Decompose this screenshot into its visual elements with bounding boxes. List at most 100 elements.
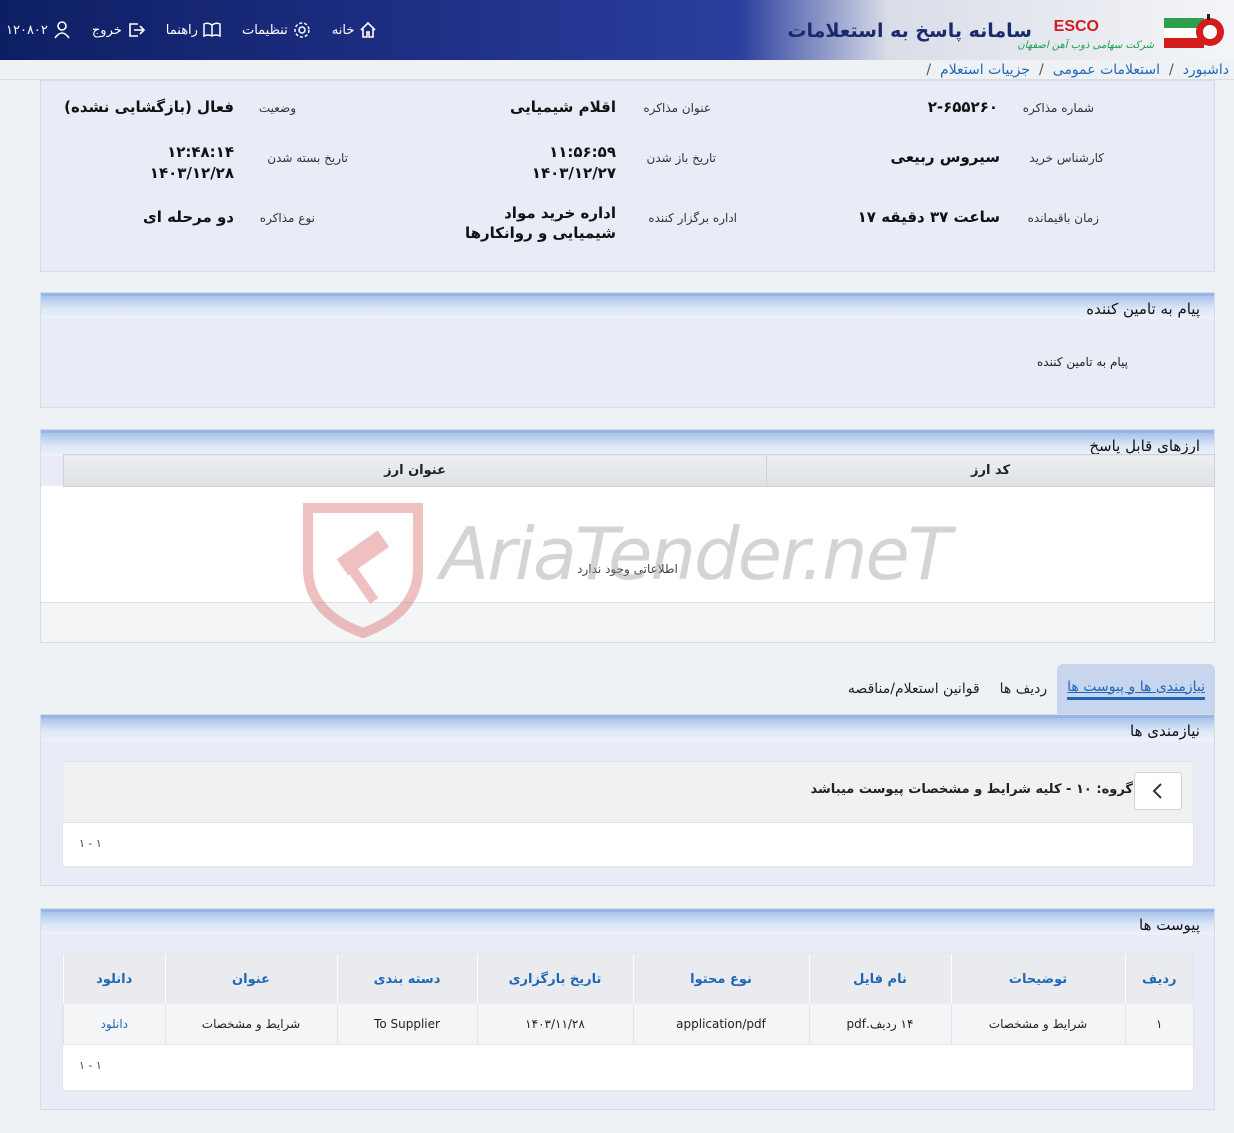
organizer-label: اداره برگزار کننده [648,211,737,225]
needs-group-row: گروه: ۱۰ - کلیه شرایط و مشخصات پیوست میب… [63,762,1193,822]
column-upload-date[interactable]: تاریخ بارگزاری [476,954,633,1004]
nav-help[interactable]: راهنما [166,20,222,40]
needs-heading: نیازمندی ها [41,715,1214,741]
app-title: سامانه پاسخ به استعلامات [787,20,1032,42]
gear-icon [294,22,310,38]
nav-home[interactable]: خانه [332,20,379,40]
needs-pager: ۱ - ۱ [63,822,1193,866]
cell-row: ۱ [1124,1004,1193,1045]
company-name: شرکت سهامی ذوب آهن اصفهان [1017,40,1154,51]
buyer-label: کارشناس خرید [1029,151,1104,165]
title-label: عنوان مذاکره [643,101,711,115]
cell-upload-date: ۱۴۰۳/۱۱/۲۸ [476,1004,633,1045]
nav-user[interactable]: ۱۲۰۸۰۲ [6,20,72,40]
attachments-pager-text: ۱ - ۱ [79,1058,102,1072]
home-icon [360,21,376,38]
column-title[interactable]: عنوان [164,954,337,1004]
needs-panel: نیازمندی ها گروه: ۱۰ - کلیه شرایط و مشخص… [40,714,1215,886]
tab-needs-attachments-label: نیازمندی ها و پیوست ها [1067,679,1205,700]
supplier-message-panel: پیام به تامین کننده پیام به تامین کننده [40,292,1215,408]
attachments-grid: ردیف توضیحات نام فایل نوع محتوا تاریخ با… [62,953,1194,1091]
number-value: ۲-۶۵۵۲۶۰ [927,98,998,116]
user-icon [54,21,70,39]
tab-rows-label: ردیف ها [999,681,1048,697]
breadcrumb-inquiry-details[interactable]: جزییات استعلام [940,62,1030,78]
currencies-panel: ارزهای قابل پاسخ کد ارز عنوان ارز اطلاعا… [40,429,1215,643]
status-label: وضعیت [258,101,296,115]
cell-file-name: ۱۴ ردیف.pdf [808,1004,951,1045]
inquiry-info-panel: شماره مذاکره ۲-۶۵۵۲۶۰ عنوان مذاکره اقلام… [40,80,1215,272]
breadcrumb-separator: / [1168,61,1174,78]
breadcrumb: داشبورد / استعلامات عمومی / جزییات استعل… [0,60,1234,80]
column-row[interactable]: ردیف [1124,954,1193,1004]
number-label: شماره مذاکره [1022,101,1094,115]
tab-rows[interactable]: ردیف ها [990,664,1057,714]
remaining-value: ۱۷ ساعت ۳۷ دقیقه [857,208,1000,226]
status-value: فعال (بازگشایی نشده) [64,98,234,116]
attachments-heading: پیوست ها [41,909,1214,935]
attachments-panel: پیوست ها ردیف توضیحات نام فایل نوع محتوا… [40,908,1215,1110]
column-currency-code[interactable]: کد ارز [766,454,1215,487]
currencies-footer [41,602,1214,642]
currencies-grid-body [41,486,1214,602]
tab-needs-attachments[interactable]: نیازمندی ها و پیوست ها [1057,664,1215,714]
open-date-value: ۱۴۰۳/۱۲/۲۷ [531,164,616,182]
buyer-value: سیروس ربیعی [890,148,1000,166]
cell-description: شرایط و مشخصات [950,1004,1125,1045]
esco-logo-flag-icon [1164,14,1224,48]
organizer-value: اداره خرید مواد شیمیایی و روانکارها [464,204,616,242]
column-description[interactable]: توضیحات [950,954,1125,1004]
currencies-table: کد ارز عنوان ارز [62,454,1215,487]
tab-rules-label: قوانین استعلام/مناقصه [847,681,980,697]
remaining-label: زمان باقیمانده [1027,211,1099,225]
breadcrumb-public-inquiries[interactable]: استعلامات عمومی [1053,62,1160,78]
nav-logout[interactable]: خروج [92,20,146,40]
column-download[interactable]: دانلود [63,954,165,1004]
brand-area: ESCO شرکت سهامی ذوب آهن اصفهان سامانه پا… [787,0,1234,60]
close-date-value: ۱۴۰۳/۱۲/۲۸ [149,164,234,182]
needs-group-list: گروه: ۱۰ - کلیه شرایط و مشخصات پیوست میب… [62,761,1194,867]
logout-icon [128,23,145,37]
brand-esco: ESCO [1053,18,1099,35]
supplier-message-heading: پیام به تامین کننده [41,293,1214,319]
column-content-type[interactable]: نوع محتوا [632,954,809,1004]
top-nav: خانه تنظیمات راهنما خروج ۱۲۰۸۰۲ [0,0,378,60]
nav-home-label: خانه [331,22,355,38]
nav-settings[interactable]: تنظیمات [242,20,312,40]
close-time-value: ۱۲:۴۸:۱۴ [167,143,234,161]
needs-pager-text: ۱ - ۱ [79,837,102,850]
close-date-label: تاریخ بسته شدن [267,151,348,165]
column-category[interactable]: دسته بندی [336,954,477,1004]
attachments-table: ردیف توضیحات نام فایل نوع محتوا تاریخ با… [63,954,1193,1045]
download-link[interactable]: دانلود [63,1004,165,1045]
cell-category: To Supplier [336,1004,477,1045]
currencies-heading: ارزهای قابل پاسخ [41,430,1214,456]
table-row: ۱ شرایط و مشخصات ۱۴ ردیف.pdf application… [63,1004,1193,1045]
type-value: دو مرحله ای [142,208,234,226]
user-code: ۱۲۰۸۰۲ [6,22,48,38]
title-value: اقلام شیمیایی [509,98,616,116]
breadcrumb-separator: / [926,61,932,78]
nav-logout-label: خروج [91,22,122,38]
supplier-message-label: پیام به تامین کننده [1037,355,1128,369]
cell-title: شرایط و مشخصات [164,1004,337,1045]
type-label: نوع مذاکره [259,211,315,225]
nav-help-label: راهنما [165,22,198,38]
cell-content-type: application/pdf [632,1004,809,1045]
open-date-label: تاریخ باز شدن [646,151,716,165]
attachments-pager: ۱ - ۱ [63,1045,1193,1091]
detail-tabs: نیازمندی ها و پیوست ها ردیف ها قوانین اس… [838,664,1215,714]
attachments-header-row: ردیف توضیحات نام فایل نوع محتوا تاریخ با… [63,954,1193,1004]
group-title: گروه: ۱۰ - کلیه شرایط و مشخصات پیوست میب… [810,782,1133,797]
breadcrumb-separator: / [1039,61,1044,78]
book-icon [203,22,221,38]
breadcrumb-dashboard[interactable]: داشبورد [1183,62,1229,78]
column-currency-title[interactable]: عنوان ارز [62,454,768,487]
group-expand-button[interactable] [1134,772,1182,810]
chevron-left-icon [1152,783,1162,799]
nav-settings-label: تنظیمات [241,22,288,38]
no-data-message: اطلاعاتی وجود ندارد [577,562,678,576]
column-file-name[interactable]: نام فایل [808,954,951,1004]
tab-rules[interactable]: قوانین استعلام/مناقصه [838,664,990,714]
top-header: ESCO شرکت سهامی ذوب آهن اصفهان سامانه پا… [0,0,1234,60]
